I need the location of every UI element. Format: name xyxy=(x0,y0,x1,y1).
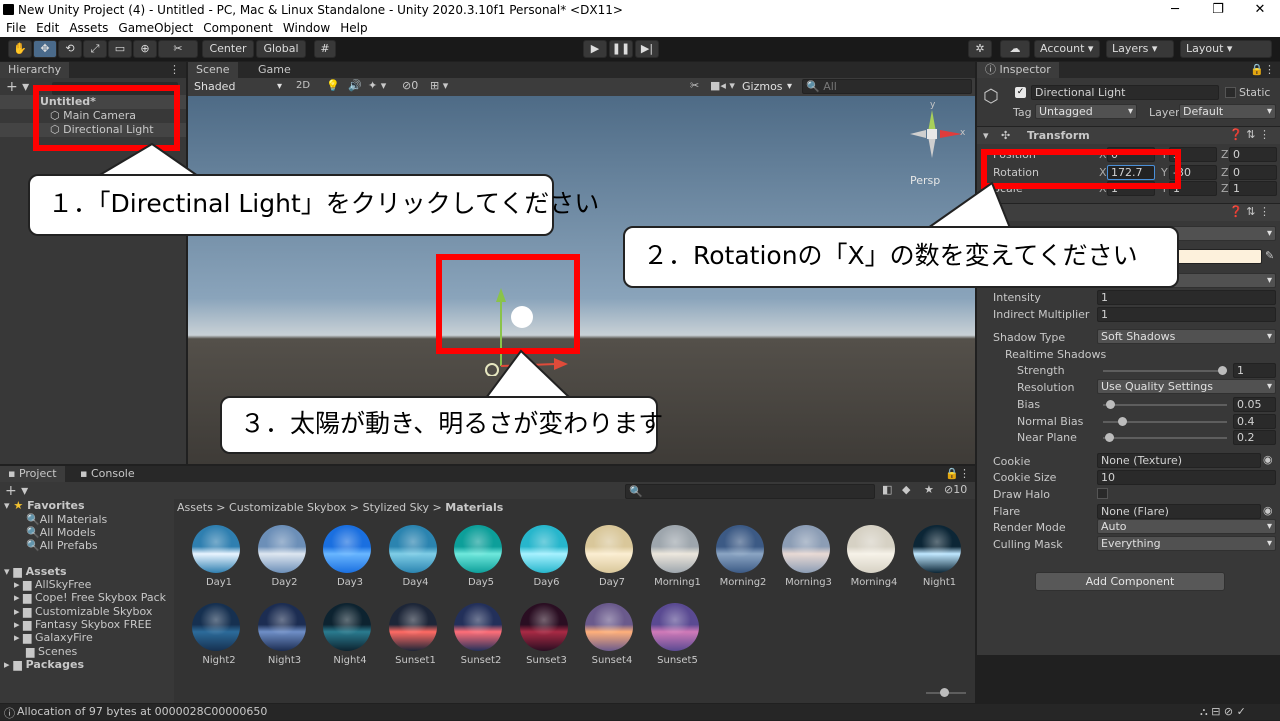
callout-tails xyxy=(94,142,1012,399)
callout-step-2: ２．Rotationの「X」の数を変えてください xyxy=(623,226,1179,288)
callout-step-3: ３．太陽が動き、明るさが変わります xyxy=(220,396,663,454)
callout-step-1: １．「Directinal Light」をクリックしてください xyxy=(28,174,599,236)
